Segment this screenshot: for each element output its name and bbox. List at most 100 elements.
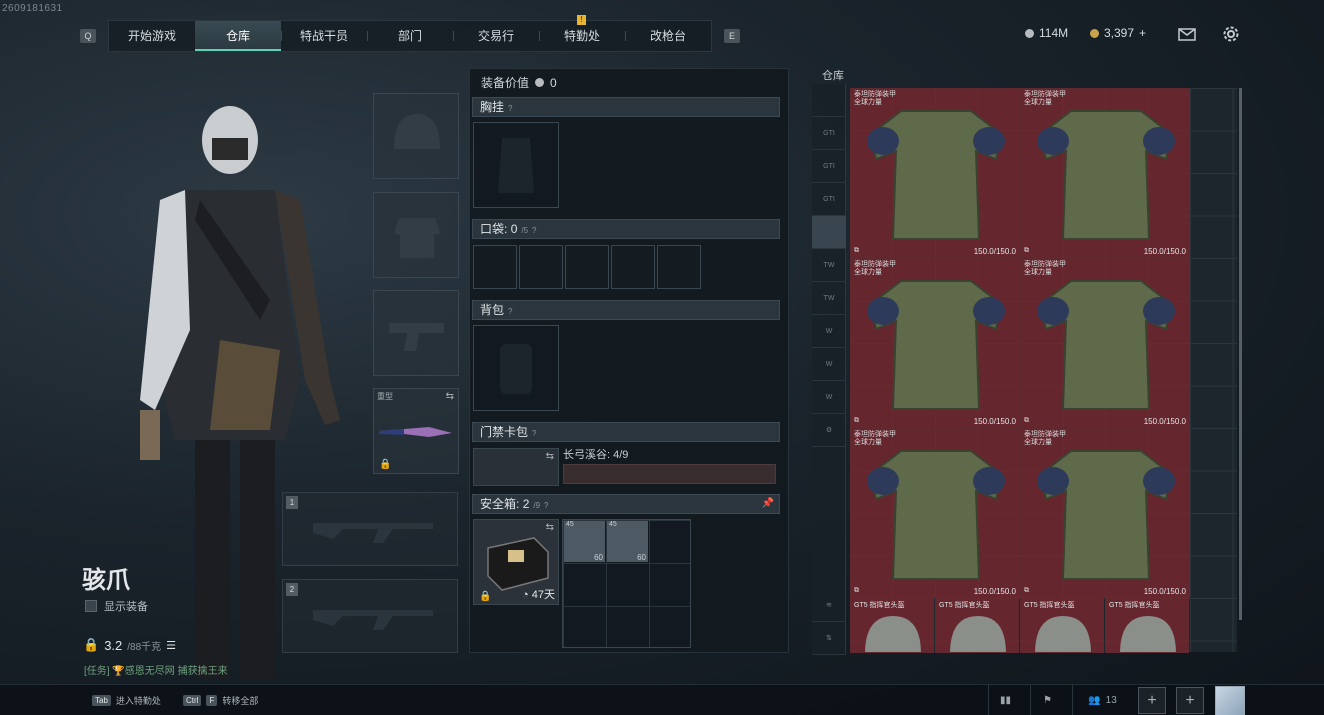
chest-rig-label: 胸挂 — [480, 100, 505, 114]
swap-icon[interactable]: ⇆ — [546, 522, 554, 533]
helmet-item[interactable]: GT5 指挥官头盔 — [1020, 597, 1104, 653]
add-slot-button[interactable]: + — [1176, 687, 1204, 714]
tab-warehouse[interactable]: 仓库 — [195, 21, 281, 51]
helmet-item[interactable]: GT5 指挥官头盔 — [935, 597, 1019, 653]
armor-item[interactable]: 泰坦防弹装甲 全球力量 ⧉ 150.0/150.0 — [1020, 428, 1190, 598]
tab-operators[interactable]: 特战干员 — [281, 21, 367, 51]
help-icon[interactable]: ? — [532, 226, 536, 235]
melee-slot[interactable]: 重型 ⇆ 🔒 — [373, 388, 459, 474]
category-tab[interactable]: GTI — [812, 150, 846, 183]
category-tab[interactable]: W — [812, 348, 846, 381]
armor-item[interactable]: 泰坦防弹装甲 全球力量 ⧉ 150.0/150.0 — [1020, 258, 1190, 428]
armor-item[interactable]: 泰坦防弹装甲 全球力量 ⧉ 150.0/150.0 — [850, 428, 1020, 598]
armor-item[interactable]: 泰坦防弹装甲 全球力量 ⧉ 150.0/150.0 — [1020, 88, 1190, 258]
category-helmet-tab[interactable] — [812, 84, 846, 117]
helmet-item[interactable]: GT5 指挥官头盔 — [1105, 597, 1189, 653]
safe-box-slot[interactable]: ⇆ 🔒 ◔ 47天 — [473, 519, 559, 605]
keycard-case-slot[interactable]: ⇆ — [473, 448, 559, 486]
item-name: 泰坦防弹装甲 全球力量 — [854, 431, 896, 446]
equipment-value-header: 装备价值 0 — [481, 74, 557, 91]
secondary-weapon-slot[interactable]: 2 — [282, 579, 458, 653]
friends-button[interactable]: 👥 13 — [1072, 685, 1132, 715]
tab-start-game[interactable]: 开始游戏 — [109, 21, 195, 51]
mail-icon[interactable] — [1177, 24, 1197, 44]
special-ops-shortcut[interactable]: Tab 进入特勤处 — [92, 694, 161, 707]
item-name: GT5 指挥官头盔 — [854, 602, 905, 609]
add-slot-button[interactable]: + — [1138, 687, 1166, 714]
pin-icon[interactable]: 📌 — [762, 495, 774, 513]
safe-box-label: 安全箱: — [480, 497, 520, 511]
carry-weight: 🔒 3.2 /88千克 ☰ — [83, 637, 176, 653]
player-avatar[interactable] — [1215, 686, 1245, 715]
tab-gunsmith[interactable]: 改枪台 — [625, 21, 711, 51]
show-equipment-toggle[interactable]: 显示装备 — [85, 598, 148, 614]
rifle-placeholder-icon — [313, 610, 433, 630]
special-ops-hint: 进入特勤处 — [115, 696, 161, 706]
help-icon[interactable]: ? — [508, 104, 512, 113]
pocket-slot[interactable] — [565, 245, 609, 289]
item-tag-icon: ⧉ — [1024, 587, 1029, 594]
pockets-header: 口袋: 0/5? — [472, 219, 780, 239]
sort-icon[interactable]: ⇅ — [812, 622, 846, 655]
armor-item[interactable]: 泰坦防弹装甲 全球力量 ⧉ 150.0/150.0 — [850, 258, 1020, 428]
help-icon[interactable]: ? — [544, 501, 548, 510]
category-armor-tab[interactable] — [812, 216, 846, 249]
show-equipment-checkbox[interactable] — [85, 600, 97, 612]
chest-rig-slot[interactable] — [473, 122, 559, 208]
show-equipment-label: 显示装备 — [104, 601, 148, 613]
category-tab[interactable]: GTI — [812, 183, 846, 216]
category-tab[interactable]: TW — [812, 249, 846, 282]
swap-icon[interactable]: ⇆ — [546, 451, 554, 462]
bottom-bar: Tab 进入特勤处 Ctrl F 转移全部 ▮▮ ⚑ 👥 13 + + — [0, 684, 1324, 715]
quest-tracker[interactable]: [任务] 🏆感恩无尽网 捕获擒王来 — [84, 662, 228, 677]
help-icon[interactable]: ? — [532, 429, 536, 438]
flag-icon[interactable]: ⚑ — [1030, 685, 1064, 715]
armor-item[interactable]: 泰坦防弹装甲 全球力量 ⧉ 150.0/150.0 — [850, 88, 1020, 258]
list-icon[interactable]: ☰ — [166, 639, 176, 652]
gold-currency[interactable]: 3,397 + — [1090, 26, 1146, 40]
pocket-slot[interactable] — [519, 245, 563, 289]
keycard-items[interactable] — [563, 464, 776, 484]
backpack-slot[interactable] — [473, 325, 559, 411]
item-durability: 150.0/150.0 — [1143, 587, 1186, 596]
weight-lock-icon: 🔒 — [83, 637, 100, 652]
help-icon[interactable]: ? — [508, 307, 512, 316]
category-tab[interactable]: W — [812, 315, 846, 348]
tab-special-ops[interactable]: 特勤处! — [539, 15, 625, 51]
armor-slot[interactable] — [373, 192, 459, 278]
silver-currency[interactable]: 114M — [1025, 26, 1068, 40]
warehouse-grid[interactable]: 泰坦防弹装甲 全球力量 ⧉ 150.0/150.0 泰坦防弹装甲 全球力量 ⧉ … — [850, 88, 1237, 652]
safe-box-count: 2 — [522, 497, 530, 511]
pistol-slot[interactable] — [373, 290, 459, 376]
transfer-all-shortcut[interactable]: Ctrl F 转移全部 — [183, 694, 258, 707]
category-tab[interactable]: GTI — [812, 117, 846, 150]
warehouse-scrollbar[interactable] — [1239, 88, 1242, 620]
tab-trade[interactable]: 交易行 — [453, 21, 539, 51]
item-tag-icon: ⧉ — [1024, 417, 1029, 424]
category-tab[interactable]: TW — [812, 282, 846, 315]
warehouse-settings-gear-icon[interactable]: ⚙ — [812, 414, 846, 447]
stats-chart-icon[interactable]: ▮▮ — [988, 685, 1022, 715]
tab-department[interactable]: 部门 — [367, 21, 453, 51]
pocket-slot[interactable] — [473, 245, 517, 289]
pocket-slot[interactable] — [657, 245, 701, 289]
titan-armor-icon — [1037, 280, 1175, 410]
backpack-header: 背包? — [472, 300, 780, 320]
ammo-box-item[interactable]: 45 60 — [607, 521, 648, 562]
equipment-value-label: 装备价值 — [481, 76, 530, 90]
item-name: GT5 指挥官头盔 — [1109, 602, 1160, 609]
item-durability: 150.0/150.0 — [973, 587, 1016, 596]
ammo-box-item[interactable]: 45 60 — [564, 521, 605, 562]
swap-icon[interactable]: ⇆ — [446, 391, 454, 402]
helmet-item[interactable]: GT5 指挥官头盔 — [850, 597, 934, 653]
safe-box-grid[interactable]: 45 60 45 60 — [562, 519, 691, 648]
add-gold-button[interactable]: + — [1139, 26, 1146, 40]
weight-max: /88千克 — [127, 641, 162, 653]
settings-gear-icon[interactable] — [1221, 24, 1241, 44]
helmet-slot[interactable] — [373, 93, 459, 179]
primary-weapon-slot[interactable]: 1 — [282, 492, 458, 566]
pocket-slot[interactable] — [611, 245, 655, 289]
weapon-slot-number: 2 — [286, 583, 298, 596]
category-tab[interactable]: W — [812, 381, 846, 414]
stack-layers-icon[interactable]: ≋ — [812, 589, 846, 622]
